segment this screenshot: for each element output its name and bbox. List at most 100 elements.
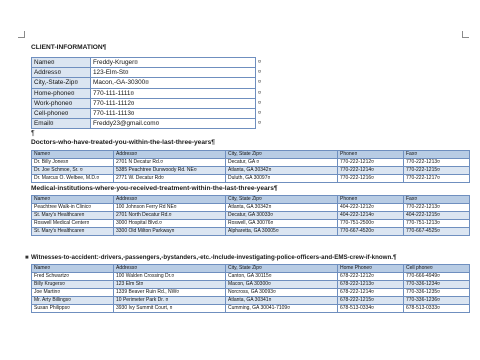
table-cell[interactable]: 3000 Hospital Blvd.¤ [113,219,226,229]
table-cell[interactable]: Roswell, GA 30076¤ [225,219,338,229]
table-cell[interactable]: 770-222-1213¤ [403,202,470,213]
table-cell[interactable]: Mr. Arty Billings¤ [31,296,114,306]
table-cell[interactable]: Cumming, GA 30041-7109¤ [225,304,338,314]
table-row: St. Mary's Healthcare¤ 2701 North Decatur… [31,211,470,221]
table-cell[interactable]: 404-222-1215¤ [403,211,470,221]
table-cell[interactable]: Joe Martin¤ [31,288,114,298]
table-cell[interactable]: 770-751-1213¤ [403,219,470,229]
table-cell[interactable]: 10 Perimeter Park Dr. ¤ [113,296,226,306]
table-cell[interactable]: 678-222-1214¤ [337,288,404,298]
column-header: Address¤ [113,150,226,159]
row-end-mark: ¤ [258,69,262,76]
table-cell[interactable]: 100 Johnson Ferry Rd NE¤ [113,202,226,213]
table-cell[interactable]: 770-667-4520¤ [337,227,404,237]
table-cell[interactable]: 1339 Beaver Ruin Rd., NW¤ [113,288,226,298]
table-cell[interactable]: 3930 Ivy Summit Court, ¤ [113,304,226,314]
client-field-label: Name¤ [31,56,91,69]
table-cell[interactable]: Peachtree Walk-in Clinic¤ [31,202,114,213]
table-cell[interactable]: St. Mary's Healthcare¤ [31,211,114,221]
table-cell[interactable]: Macon, GA 30300¤ [225,280,338,290]
table-cell[interactable]: 770-336-1235¤ [403,288,470,298]
table-row: Mr. Arty Billings¤ 10 Perimeter Park Dr. … [31,296,470,306]
table-cell[interactable]: Canton, GA 30115¤ [225,271,338,282]
table-cell[interactable]: Billy Krugers¤ [31,280,114,290]
doctors-table: Name¤ Address¤ City, State Zip¤ Phone¤ Fax¤ … [31,150,470,184]
client-field-value[interactable]: Freddy-Kruger¤ [90,56,256,69]
table-cell[interactable]: 770-667-4525¤ [403,227,470,237]
table-cell[interactable]: 770-336-1236¤ [403,296,470,306]
table-cell[interactable]: 404-222-1214¤ [337,211,404,221]
table-cell[interactable]: Atlanta, GA 30342¤ [225,202,338,213]
table-row: Dr. Joe Schmoe, Sr. ¤ 5385 Peachtree Dunw… [31,166,470,176]
table-cell[interactable]: Decatur, GA ¤ [225,157,338,168]
column-header: City, State Zip¤ [225,150,338,159]
client-info-row: Address¤ 123-Elm-St¤ ¤ [31,67,271,79]
client-info-row: Cell-phone¤ 770-111-1113¤ ¤ [31,107,271,120]
table-cell[interactable]: Fred Schwartz¤ [31,271,114,282]
table-cell[interactable]: 2701 North Decatur Rd.¤ [113,211,226,221]
table-cell[interactable]: 678-513-0333¤ [403,304,470,314]
table-row: Billy Krugers¤ 123 Elm St¤ Macon, GA 30300… [31,280,470,290]
table-cell[interactable]: 404-222-1212¤ [337,202,404,213]
table-cell[interactable]: 2701 N Decatur Rd.¤ [113,157,226,168]
client-field-value[interactable]: 770-111-1111¤ [90,87,256,99]
table-cell[interactable]: 678-513-0334¤ [337,304,404,314]
client-field-label: City,-State-Zip¤ [31,77,91,89]
column-header: Phone¤ [337,195,404,204]
paragraph-mark: ¶ [31,130,35,137]
table-cell[interactable]: 2771 W. Decatur Rd¤ [113,174,226,184]
column-header: Phone¤ [337,150,404,159]
table-cell[interactable]: 5385 Peachtree Dunwoody Rd. NE¤ [113,166,226,176]
table-cell[interactable]: Dr. Billy Jones¤ [31,157,114,168]
table-cell[interactable]: 678-222-1213¤ [337,280,404,290]
table-cell[interactable]: Atlanta, GA 30342¤ [225,166,338,176]
table-cell[interactable]: 770-666-4949¤ [403,271,470,282]
medical-heading: Medical-institutions-where-you-received-… [31,185,278,192]
client-field-label: Cell-phone¤ [31,107,91,120]
table-cell[interactable]: 100 Walden Crossing Dr.¤ [113,271,226,282]
table-cell[interactable]: St. Mary's Healthcare¤ [31,227,114,237]
table-cell[interactable]: 770-222-1217¤ [403,174,470,184]
table-cell[interactable]: Duluth, GA 30097¤ [225,174,338,184]
table-cell[interactable]: 770-222-1213¤ [403,157,470,168]
table-cell[interactable]: 123 Elm St¤ [113,280,226,290]
table-cell[interactable]: Alpharetta, GA 30005¤ [225,227,338,237]
table-cell[interactable]: 770-336-1234¤ [403,280,470,290]
page-corner-mark-left [18,31,25,38]
table-cell[interactable]: 678-222-1212¤ [337,271,404,282]
medical-institutions-table: Name¤ Address¤ City, State Zip¤ Phone¤ Fax¤ … [31,195,470,237]
column-header: City, State Zip¤ [225,264,338,273]
table-cell[interactable]: 770-222-1214¤ [337,166,404,176]
table-row: St. Mary's Healthcare¤ 3300 Old Milton Pa… [31,227,470,237]
row-end-mark: ¤ [258,120,262,127]
client-field-value[interactable]: 770-111-1113¤ [90,107,256,120]
table-cell[interactable]: Norcross, GA 30093¤ [225,288,338,298]
table-row: Susan Philipps¤ 3930 Ivy Summit Court, ¤ C… [31,304,470,314]
table-cell[interactable]: Susan Philipps¤ [31,304,114,314]
table-cell[interactable]: 770-222-1216¤ [337,174,404,184]
table-cell[interactable]: Decatur, GA 30033¤ [225,211,338,221]
row-end-mark: ¤ [258,79,262,86]
page-corner-mark-right [462,31,469,38]
table-cell[interactable]: 3300 Old Milton Parkway¤ [113,227,226,237]
table-row: Dr. Marcus O. Welbee, M.D.¤ 2771 W. Decat… [31,174,470,184]
column-header: Name¤ [31,264,114,273]
row-end-mark: ¤ [258,59,262,66]
table-cell[interactable]: Dr. Marcus O. Welbee, M.D.¤ [31,174,114,184]
column-header: Fax¤ [403,195,470,204]
client-field-value[interactable]: Freddy23@gmail.com¤ [90,118,256,130]
table-cell[interactable]: Roswell Medical Center¤ [31,219,114,229]
client-info-table: Name¤ Freddy-Kruger¤ ¤ Address¤ 123-Elm-St¤ ¤… [31,56,271,130]
table-cell[interactable]: 770-222-1212¤ [337,157,404,168]
column-header: City, State Zip¤ [225,195,338,204]
table-cell[interactable]: Dr. Joe Schmoe, Sr. ¤ [31,166,114,176]
client-field-value[interactable]: Macon,-GA-30300¤ [90,77,256,89]
column-header: Fax¤ [403,150,470,159]
table-cell[interactable]: 678-222-1215¤ [337,296,404,306]
client-field-value[interactable]: 770-111-1112¤ [90,97,256,109]
table-cell[interactable]: 770-751-2500¤ [337,219,404,229]
table-cell[interactable]: Atlanta, GA 30341¤ [225,296,338,306]
row-end-mark: ¤ [258,99,262,106]
table-cell[interactable]: 770-222-1215¤ [403,166,470,176]
client-field-value[interactable]: 123-Elm-St¤ [90,67,256,79]
